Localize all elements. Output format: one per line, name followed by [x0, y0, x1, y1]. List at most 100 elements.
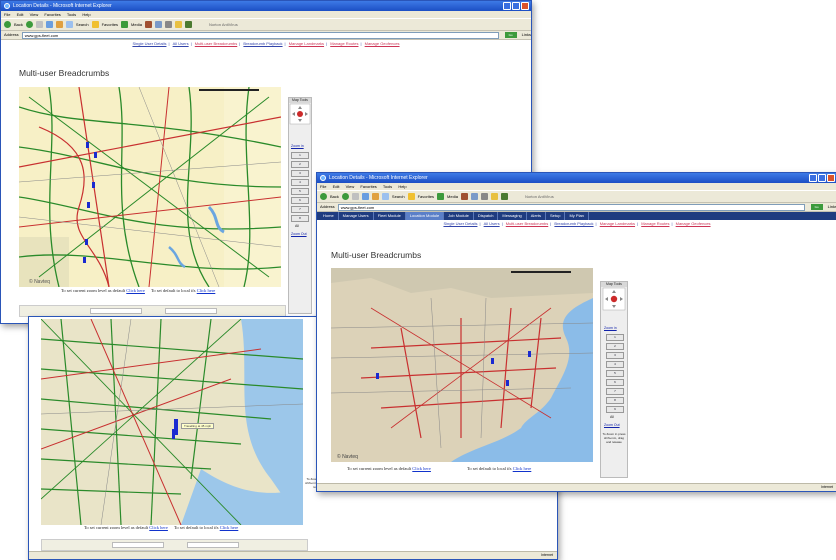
- favorites-star-icon[interactable]: [91, 21, 99, 28]
- minimize-icon[interactable]: [503, 2, 511, 10]
- zoom-level-8[interactable]: 8: [291, 215, 309, 222]
- minimize-icon-c[interactable]: [809, 174, 817, 182]
- sublink-breadcrumb-playback[interactable]: Breadcrumb Playback: [243, 41, 282, 46]
- norton-label-c[interactable]: Norton AntiVirus: [525, 191, 554, 202]
- menu-edit-c[interactable]: Edit: [333, 184, 340, 189]
- zoom-in-select-c[interactable]: Zoom in: [604, 326, 617, 330]
- sublink-manage-landmarks[interactable]: Manage Landmarks: [289, 41, 324, 46]
- home-icon-c[interactable]: [371, 193, 379, 200]
- media-label[interactable]: Media: [131, 19, 142, 30]
- map-canvas-c[interactable]: © Navteq: [331, 268, 593, 462]
- history-icon[interactable]: [144, 21, 152, 28]
- map-default-link[interactable]: Click here: [197, 288, 216, 293]
- zoom-level-c6[interactable]: 6: [606, 379, 624, 386]
- north-america-map[interactable]: © Navteq: [331, 268, 593, 462]
- search-label[interactable]: Search: [76, 19, 89, 30]
- nav-tab-messaging[interactable]: Messaging: [498, 212, 527, 220]
- sublink-manage-landmarks-c[interactable]: Manage Landmarks: [600, 221, 635, 226]
- nav-tab-dispatch[interactable]: Dispatch: [474, 212, 499, 220]
- sublink-manage-geofences-c[interactable]: Manage Geofences: [676, 221, 711, 226]
- zoom-default-link[interactable]: Click here: [126, 288, 145, 293]
- zoom-out-select[interactable]: Zoom Out: [291, 232, 307, 236]
- nav-tab-setup[interactable]: Setup: [546, 212, 566, 220]
- sublink-manage-geofences[interactable]: Manage Geofences: [365, 41, 400, 46]
- nav-tab-manage-users[interactable]: Manage Users: [339, 212, 374, 220]
- zoom-default-link-c[interactable]: Click here: [412, 466, 431, 471]
- messenger-icon-c[interactable]: [500, 193, 508, 200]
- zoom-level-4[interactable]: 4: [291, 179, 309, 186]
- zoom-level-7[interactable]: 7: [291, 206, 309, 213]
- zoom-level-1[interactable]: 1: [291, 152, 309, 159]
- media-icon-c[interactable]: [437, 193, 445, 200]
- menu-help-c[interactable]: Help: [398, 184, 406, 189]
- sublink-all-users-c[interactable]: All Users: [484, 221, 500, 226]
- sublink-multi-user-breadcrumbs[interactable]: Multi-user Breadcrumbs: [195, 41, 237, 46]
- maximize-icon-c[interactable]: [818, 174, 826, 182]
- back-arrow-icon-c[interactable]: [320, 193, 327, 200]
- close-icon[interactable]: [521, 2, 529, 10]
- back-arrow-icon[interactable]: [4, 21, 11, 28]
- pan-control-icon-c[interactable]: [601, 287, 627, 311]
- title-bar[interactable]: Location Details - Microsoft Internet Ex…: [1, 1, 531, 11]
- mail-icon[interactable]: [154, 21, 162, 28]
- history-icon-c[interactable]: [460, 193, 468, 200]
- map-canvas-b[interactable]: Travelling at 45 mph: [41, 319, 303, 525]
- sublink-manage-routes-c[interactable]: Manage Routes: [641, 221, 669, 226]
- refresh-icon[interactable]: [45, 21, 53, 28]
- stop-icon[interactable]: [35, 21, 43, 28]
- zoom-level-2[interactable]: 2: [291, 161, 309, 168]
- sublink-all-users[interactable]: All Users: [173, 41, 189, 46]
- maximize-icon[interactable]: [512, 2, 520, 10]
- address-input[interactable]: www.gps-fleet.com: [21, 31, 499, 39]
- nav-tab-alerts[interactable]: Alerts: [527, 212, 546, 220]
- zoom-level-c1[interactable]: 1: [606, 334, 624, 341]
- zoom-default-link-b[interactable]: Click here: [149, 525, 168, 530]
- back-label-c[interactable]: Back: [330, 191, 339, 202]
- search-icon[interactable]: [65, 21, 73, 28]
- print-icon-c[interactable]: [480, 193, 488, 200]
- zoom-in-select[interactable]: Zoom in: [291, 144, 304, 148]
- print-icon[interactable]: [164, 21, 172, 28]
- title-bar-c[interactable]: Location Details - Microsoft Internet Ex…: [317, 173, 836, 183]
- home-icon[interactable]: [55, 21, 63, 28]
- sublink-breadcrumb-playback-c[interactable]: Breadcrumb Playback: [554, 221, 593, 226]
- menu-file[interactable]: File: [4, 12, 10, 17]
- nav-tab-location-module[interactable]: Location Module: [405, 212, 445, 220]
- mail-icon-c[interactable]: [470, 193, 478, 200]
- links-label[interactable]: Links: [522, 31, 531, 39]
- road-map[interactable]: © Navteq: [19, 87, 281, 287]
- favorites-label[interactable]: Favorites: [102, 19, 118, 30]
- zoom-level-c2[interactable]: 2: [606, 343, 624, 350]
- forward-arrow-icon-c[interactable]: [341, 193, 349, 200]
- zoom-level-c9[interactable]: 9: [606, 406, 624, 413]
- menu-file-c[interactable]: File: [320, 184, 326, 189]
- pan-control-icon[interactable]: [289, 103, 311, 125]
- menu-favorites[interactable]: Favorites: [44, 12, 60, 17]
- go-button[interactable]: Go: [504, 32, 517, 38]
- zoom-level-3[interactable]: 3: [291, 170, 309, 177]
- search-icon-c[interactable]: [381, 193, 389, 200]
- menu-tools[interactable]: Tools: [67, 12, 76, 17]
- folder-icon-c[interactable]: [490, 193, 498, 200]
- refresh-icon-c[interactable]: [361, 193, 369, 200]
- zoom-level-6[interactable]: 6: [291, 197, 309, 204]
- menu-view-c[interactable]: View: [346, 184, 355, 189]
- road-map-b[interactable]: [41, 319, 303, 525]
- nav-tab-fleet-module[interactable]: Fleet Module: [374, 212, 406, 220]
- sublink-manage-routes[interactable]: Manage Routes: [330, 41, 358, 46]
- sublink-single-user-c[interactable]: Single User Details: [443, 221, 477, 226]
- media-label-c[interactable]: Media: [447, 191, 458, 202]
- favorites-label-c[interactable]: Favorites: [418, 191, 434, 202]
- nav-tab-job-module[interactable]: Job Module: [444, 212, 474, 220]
- zoom-all[interactable]: All: [295, 224, 299, 228]
- folder-icon[interactable]: [174, 21, 182, 28]
- zoom-out-select-c[interactable]: Zoom Out: [604, 423, 620, 427]
- zoom-level-c5[interactable]: 5: [606, 370, 624, 377]
- zoom-level-c7[interactable]: 7: [606, 388, 624, 395]
- address-input-c[interactable]: www.gps-fleet.com: [337, 203, 805, 211]
- stop-icon-c[interactable]: [351, 193, 359, 200]
- nav-tab-my-plan[interactable]: My Plan: [565, 212, 589, 220]
- search-label-c[interactable]: Search: [392, 191, 405, 202]
- zoom-level-5[interactable]: 5: [291, 188, 309, 195]
- sublink-single-user[interactable]: Single User Details: [132, 41, 166, 46]
